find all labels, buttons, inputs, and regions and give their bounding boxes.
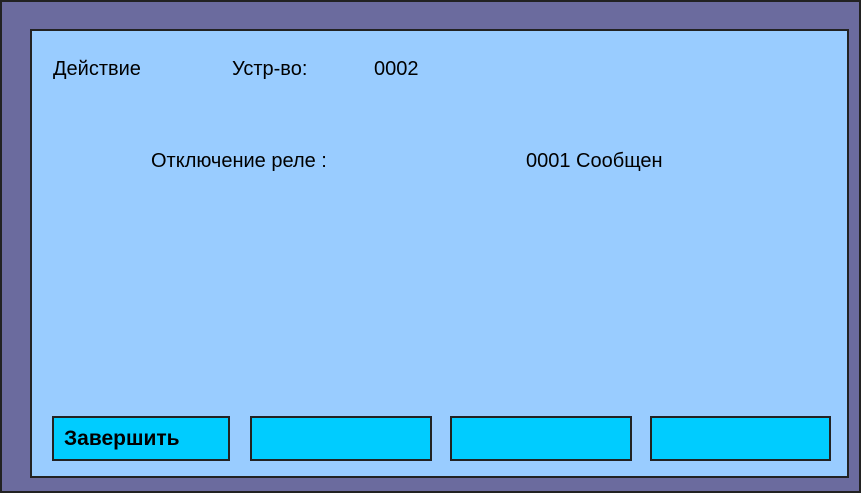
screen-title: Действие	[53, 58, 141, 80]
softkey-2-button[interactable]	[250, 416, 432, 461]
device-frame: Действие Устр-во: 0002 Отключение реле :…	[0, 0, 861, 493]
relay-off-value: 0001 Сообщен	[526, 150, 663, 172]
finish-button[interactable]: Завершить	[52, 416, 230, 461]
device-number: 0002	[374, 58, 419, 80]
display-screen: Действие Устр-во: 0002 Отключение реле :…	[30, 29, 849, 478]
relay-off-label: Отключение реле :	[151, 150, 327, 172]
softkey-4-button[interactable]	[650, 416, 831, 461]
device-label: Устр-во:	[232, 58, 308, 80]
softkey-3-button[interactable]	[450, 416, 632, 461]
